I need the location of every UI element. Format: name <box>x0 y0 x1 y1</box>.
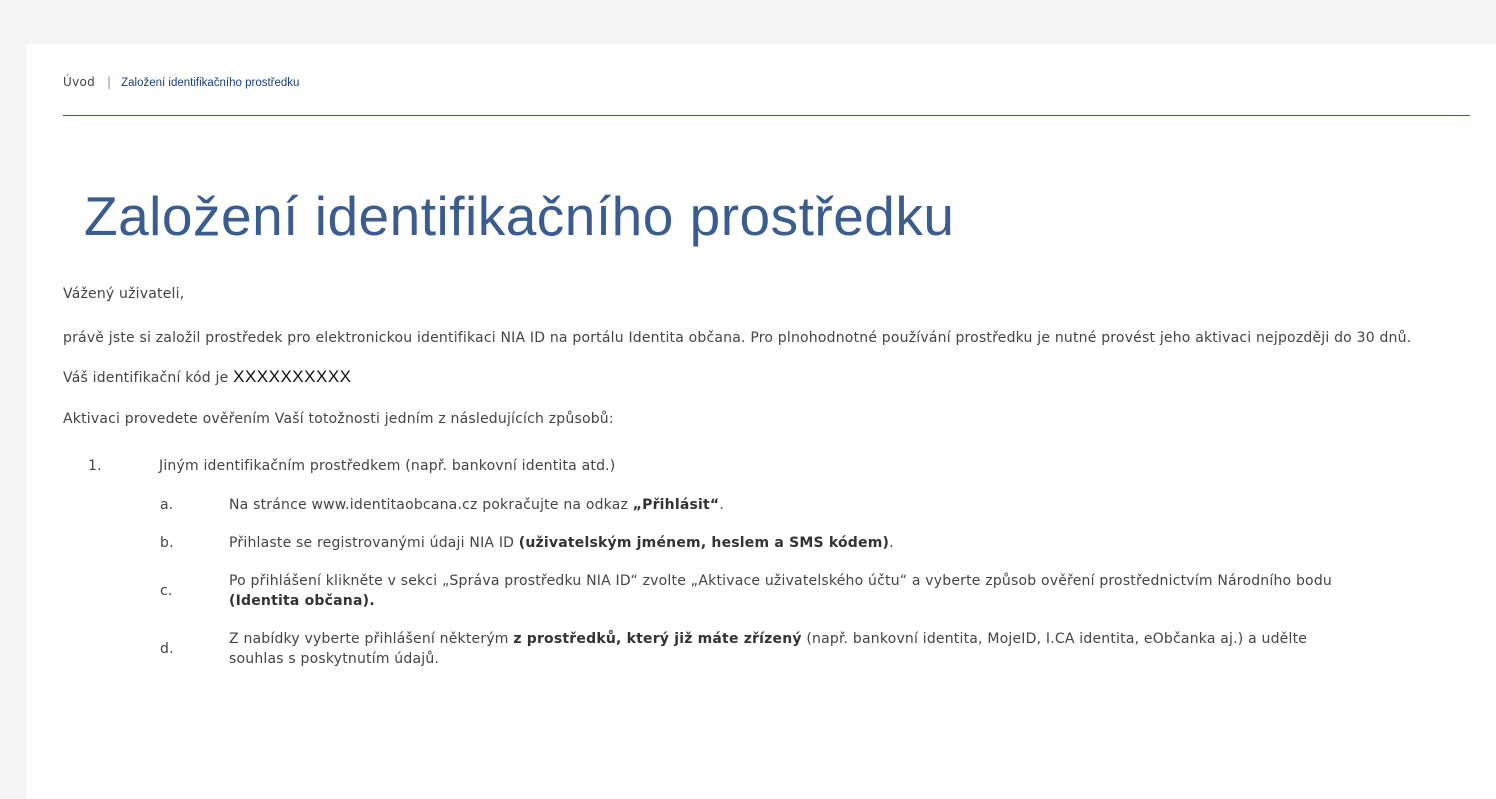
method-step-b: b. Přihlaste se registrovanými údaji NIA… <box>63 533 1473 553</box>
main-content: Vážený uživateli, právě jste si založil … <box>63 284 1473 687</box>
step-bold-text: z prostředků, který již máte zřízený <box>513 631 802 647</box>
step-letter: c. <box>160 583 173 599</box>
intro-paragraph: právě jste si založil prostředek pro ele… <box>63 330 1412 346</box>
breadcrumb-separator: | <box>107 75 112 89</box>
code-prefix: Váš identifikační kód je <box>63 370 229 386</box>
step-text: Přihlaste se registrovanými údaji NIA ID <box>229 535 519 551</box>
step-bold-text: (Identita občana). <box>229 593 375 609</box>
step-text: Na stránce www.identitaobcana.cz pokraču… <box>229 497 633 513</box>
method-step-d: d. Z nabídky vyberte přihlášení některým… <box>63 629 1473 669</box>
method-text: Jiným identifikačním prostředkem (např. … <box>159 458 616 474</box>
identification-code-line: Váš identifikační kód je XXXXXXXXXX <box>63 367 1473 388</box>
identification-code-value: XXXXXXXXXX <box>233 367 352 386</box>
step-text-end: . <box>889 535 894 551</box>
method-item-1: 1. Jiným identifikačním prostředkem (nap… <box>63 456 1473 669</box>
methods-intro: Aktivaci provedete ověřením Vaší totožno… <box>63 411 614 427</box>
method-number: 1. <box>88 458 102 474</box>
step-text-end: . <box>719 497 724 513</box>
step-letter: a. <box>160 497 174 513</box>
page-title: Založení identifikačního prostředku <box>84 185 955 247</box>
method-step-c: c. Po přihlášení klikněte v sekci „Správ… <box>63 571 1473 611</box>
step-letter: d. <box>160 641 174 657</box>
content-card: Úvod | Založení identifikačního prostředku… <box>26 44 1496 799</box>
breadcrumb-home-link[interactable]: Úvod <box>63 75 95 89</box>
step-bold-text: (uživatelským jménem, heslem a SMS kódem… <box>518 535 890 551</box>
step-text: Z nabídky vyberte přihlášení některým <box>229 631 514 647</box>
breadcrumb-current: Založení identifikačního prostředku <box>121 77 300 89</box>
header-divider <box>63 115 1470 116</box>
step-text: Po přihlášení klikněte v sekci „Správa p… <box>229 573 1332 589</box>
breadcrumb: Úvod | Založení identifikačního prostředku <box>63 73 299 92</box>
step-letter: b. <box>160 535 174 551</box>
method-step-a: a. Na stránce www.identitaobcana.cz pokr… <box>63 495 1473 515</box>
step-bold-text: „Přihlásit“ <box>632 497 720 513</box>
method-steps: a. Na stránce www.identitaobcana.cz pokr… <box>159 495 1473 669</box>
greeting-text: Vážený uživateli, <box>63 286 185 302</box>
